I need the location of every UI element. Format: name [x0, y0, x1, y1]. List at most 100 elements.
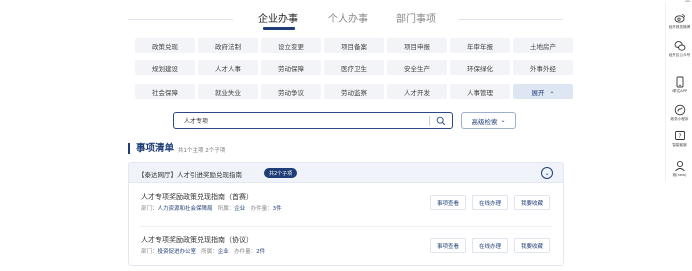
online-handle-button[interactable]: 在线办理: [472, 195, 509, 210]
advanced-search-label: 高级检索: [471, 117, 498, 126]
type-label: 所属：: [217, 206, 235, 212]
category-button[interactable]: 规划建设: [135, 60, 195, 75]
category-button[interactable]: 政府法制: [198, 38, 258, 53]
item-group-card: 【泰达网厅】人才引进奖励兑现指南 共2个子项 ⌄ 人才专项奖励政策兑现指南（首赛…: [128, 162, 564, 266]
list-item: 人才专项奖励政策兑现指南（首赛） 部门：人力资源和社会保障局 所属：企业 办件量…: [129, 187, 563, 227]
category-label: 展开: [531, 88, 545, 97]
count-label: 办件量：: [234, 249, 257, 255]
chevron-down-icon: ⌄: [500, 117, 506, 124]
type-label: 所属：: [201, 249, 218, 255]
tab-personal[interactable]: 个人办事: [328, 10, 368, 25]
category-button[interactable]: 设立变更: [261, 38, 321, 53]
sidebar-label: 智能客服: [672, 143, 687, 147]
tab-department[interactable]: 部门事项: [396, 10, 436, 25]
category-button[interactable]: 就业失业: [198, 84, 258, 99]
category-label: 人事管理: [467, 88, 493, 97]
category-label: 土地房产: [530, 42, 556, 51]
category-label: 劳动争议: [278, 88, 304, 97]
sidebar-label: i泰达APP: [672, 89, 687, 93]
count-value: 2件: [256, 249, 266, 255]
category-button[interactable]: 年审年报: [450, 38, 510, 53]
sidebar-item-app[interactable]: i泰达APP: [666, 76, 692, 94]
sidebar-item-help[interactable]: ? 智能客服: [666, 130, 692, 148]
category-button[interactable]: 劳动监察: [324, 84, 384, 99]
category-label: 劳动保障: [278, 64, 304, 73]
category-button[interactable]: 项目申报: [387, 38, 447, 53]
item-meta: 部门：人力资源和社会保障局 所属：企业 办件量：3件: [141, 204, 282, 212]
favorite-button[interactable]: 我要收藏: [514, 238, 551, 253]
view-item-button[interactable]: 事项查看: [430, 195, 467, 210]
subitem-count-badge: 共2个子项: [264, 168, 298, 178]
sidebar-item-wechat[interactable]: 经开区公众号: [666, 40, 692, 58]
expand-categories-button[interactable]: 展开 ⌄: [513, 84, 573, 99]
wechat-icon: [674, 41, 685, 51]
category-button[interactable]: 人才人事: [198, 60, 258, 75]
category-label: 政府法制: [215, 42, 241, 51]
mobile-icon: [676, 76, 683, 88]
collapse-button[interactable]: ⌄: [541, 167, 553, 179]
item-name[interactable]: 人才专项奖励政策兑现指南（协议）: [141, 235, 253, 245]
search-box: [173, 112, 453, 129]
miniprogram-icon: [674, 104, 685, 116]
category-label: 外事外经: [530, 64, 556, 73]
view-item-button[interactable]: 事项查看: [430, 238, 467, 253]
item-divider: [139, 226, 553, 227]
search-input[interactable]: [184, 115, 414, 126]
category-button[interactable]: 土地房产: [513, 38, 573, 53]
sidebar-item-weibo[interactable]: 经开政务微博: [666, 12, 692, 30]
category-button[interactable]: 项目备案: [324, 38, 384, 53]
search-icon[interactable]: [436, 116, 446, 126]
tab-divider-right: [458, 19, 563, 20]
category-button[interactable]: 人才开发: [387, 84, 447, 99]
search-separator: [429, 116, 430, 126]
tab-divider-left: [128, 19, 233, 20]
tab-enterprise[interactable]: 企业办事: [258, 10, 298, 25]
sidebar-item-user[interactable]: 我(new): [666, 160, 692, 178]
category-button[interactable]: 劳动保障: [261, 60, 321, 75]
group-header[interactable]: 【泰达网厅】人才引进奖励兑现指南 共2个子项 ⌄: [129, 163, 563, 183]
item-name[interactable]: 人才专项奖励政策兑现指南（首赛）: [141, 192, 253, 202]
sidebar-label: 经开区公众号: [668, 53, 691, 57]
count-label: 办件量：: [250, 206, 273, 212]
category-label: 项目备案: [341, 42, 367, 51]
list-count: 共1个主项 2个子项: [178, 148, 226, 154]
category-button[interactable]: 安全生产: [387, 60, 447, 75]
category-label: 社会保障: [152, 88, 178, 97]
category-label: 就业失业: [215, 88, 241, 97]
category-label: 人才开发: [404, 88, 430, 97]
advanced-search-button[interactable]: 高级检索 ⌄: [461, 112, 516, 129]
category-label: 项目申报: [404, 42, 430, 51]
category-button[interactable]: 社会保障: [135, 84, 195, 99]
user-icon: [674, 160, 685, 172]
count-value: 3件: [272, 206, 282, 212]
category-label: 人才人事: [215, 64, 241, 73]
category-button[interactable]: 政策兑现: [135, 38, 195, 53]
list-title: 事项清单: [128, 143, 174, 154]
category-button[interactable]: 人事管理: [450, 84, 510, 99]
online-handle-button[interactable]: 在线办理: [472, 238, 509, 253]
chevron-down-icon: ⌄: [544, 169, 550, 177]
type-value: 企业: [217, 249, 229, 255]
sidebar-label: 政务小程序: [670, 117, 689, 121]
category-label: 安全生产: [404, 64, 430, 73]
dept-value: 投资促进办公室: [157, 249, 197, 255]
weibo-icon: [674, 14, 685, 23]
type-value: 企业: [234, 206, 246, 212]
category-button[interactable]: 劳动争议: [261, 84, 321, 99]
category-button[interactable]: 外事外经: [513, 60, 573, 75]
category-button[interactable]: 医疗卫生: [324, 60, 384, 75]
sidebar-label: 经开政务微博: [668, 25, 691, 29]
top-tab-bar: 企业办事 个人办事 部门事项: [128, 10, 563, 32]
dept-label: 部门：: [141, 249, 158, 255]
category-label: 劳动监察: [341, 88, 367, 97]
category-label: 环保绿化: [467, 64, 493, 73]
right-sidebar: 经开政务微博 经开区公众号 i泰达APP 政务小程序 ? 智能客服 我(new): [665, 2, 692, 182]
dept-label: 部门：: [141, 206, 158, 212]
svg-text:?: ?: [678, 133, 681, 140]
item-meta: 部门：投资促进办公室 所属：企业 办件量：2件: [141, 247, 265, 255]
category-button[interactable]: 环保绿化: [450, 60, 510, 75]
sidebar-label: 我(new): [672, 173, 687, 177]
tab-active-underline: [263, 27, 295, 30]
favorite-button[interactable]: 我要收藏: [514, 195, 551, 210]
sidebar-item-miniprogram[interactable]: 政务小程序: [666, 104, 692, 122]
